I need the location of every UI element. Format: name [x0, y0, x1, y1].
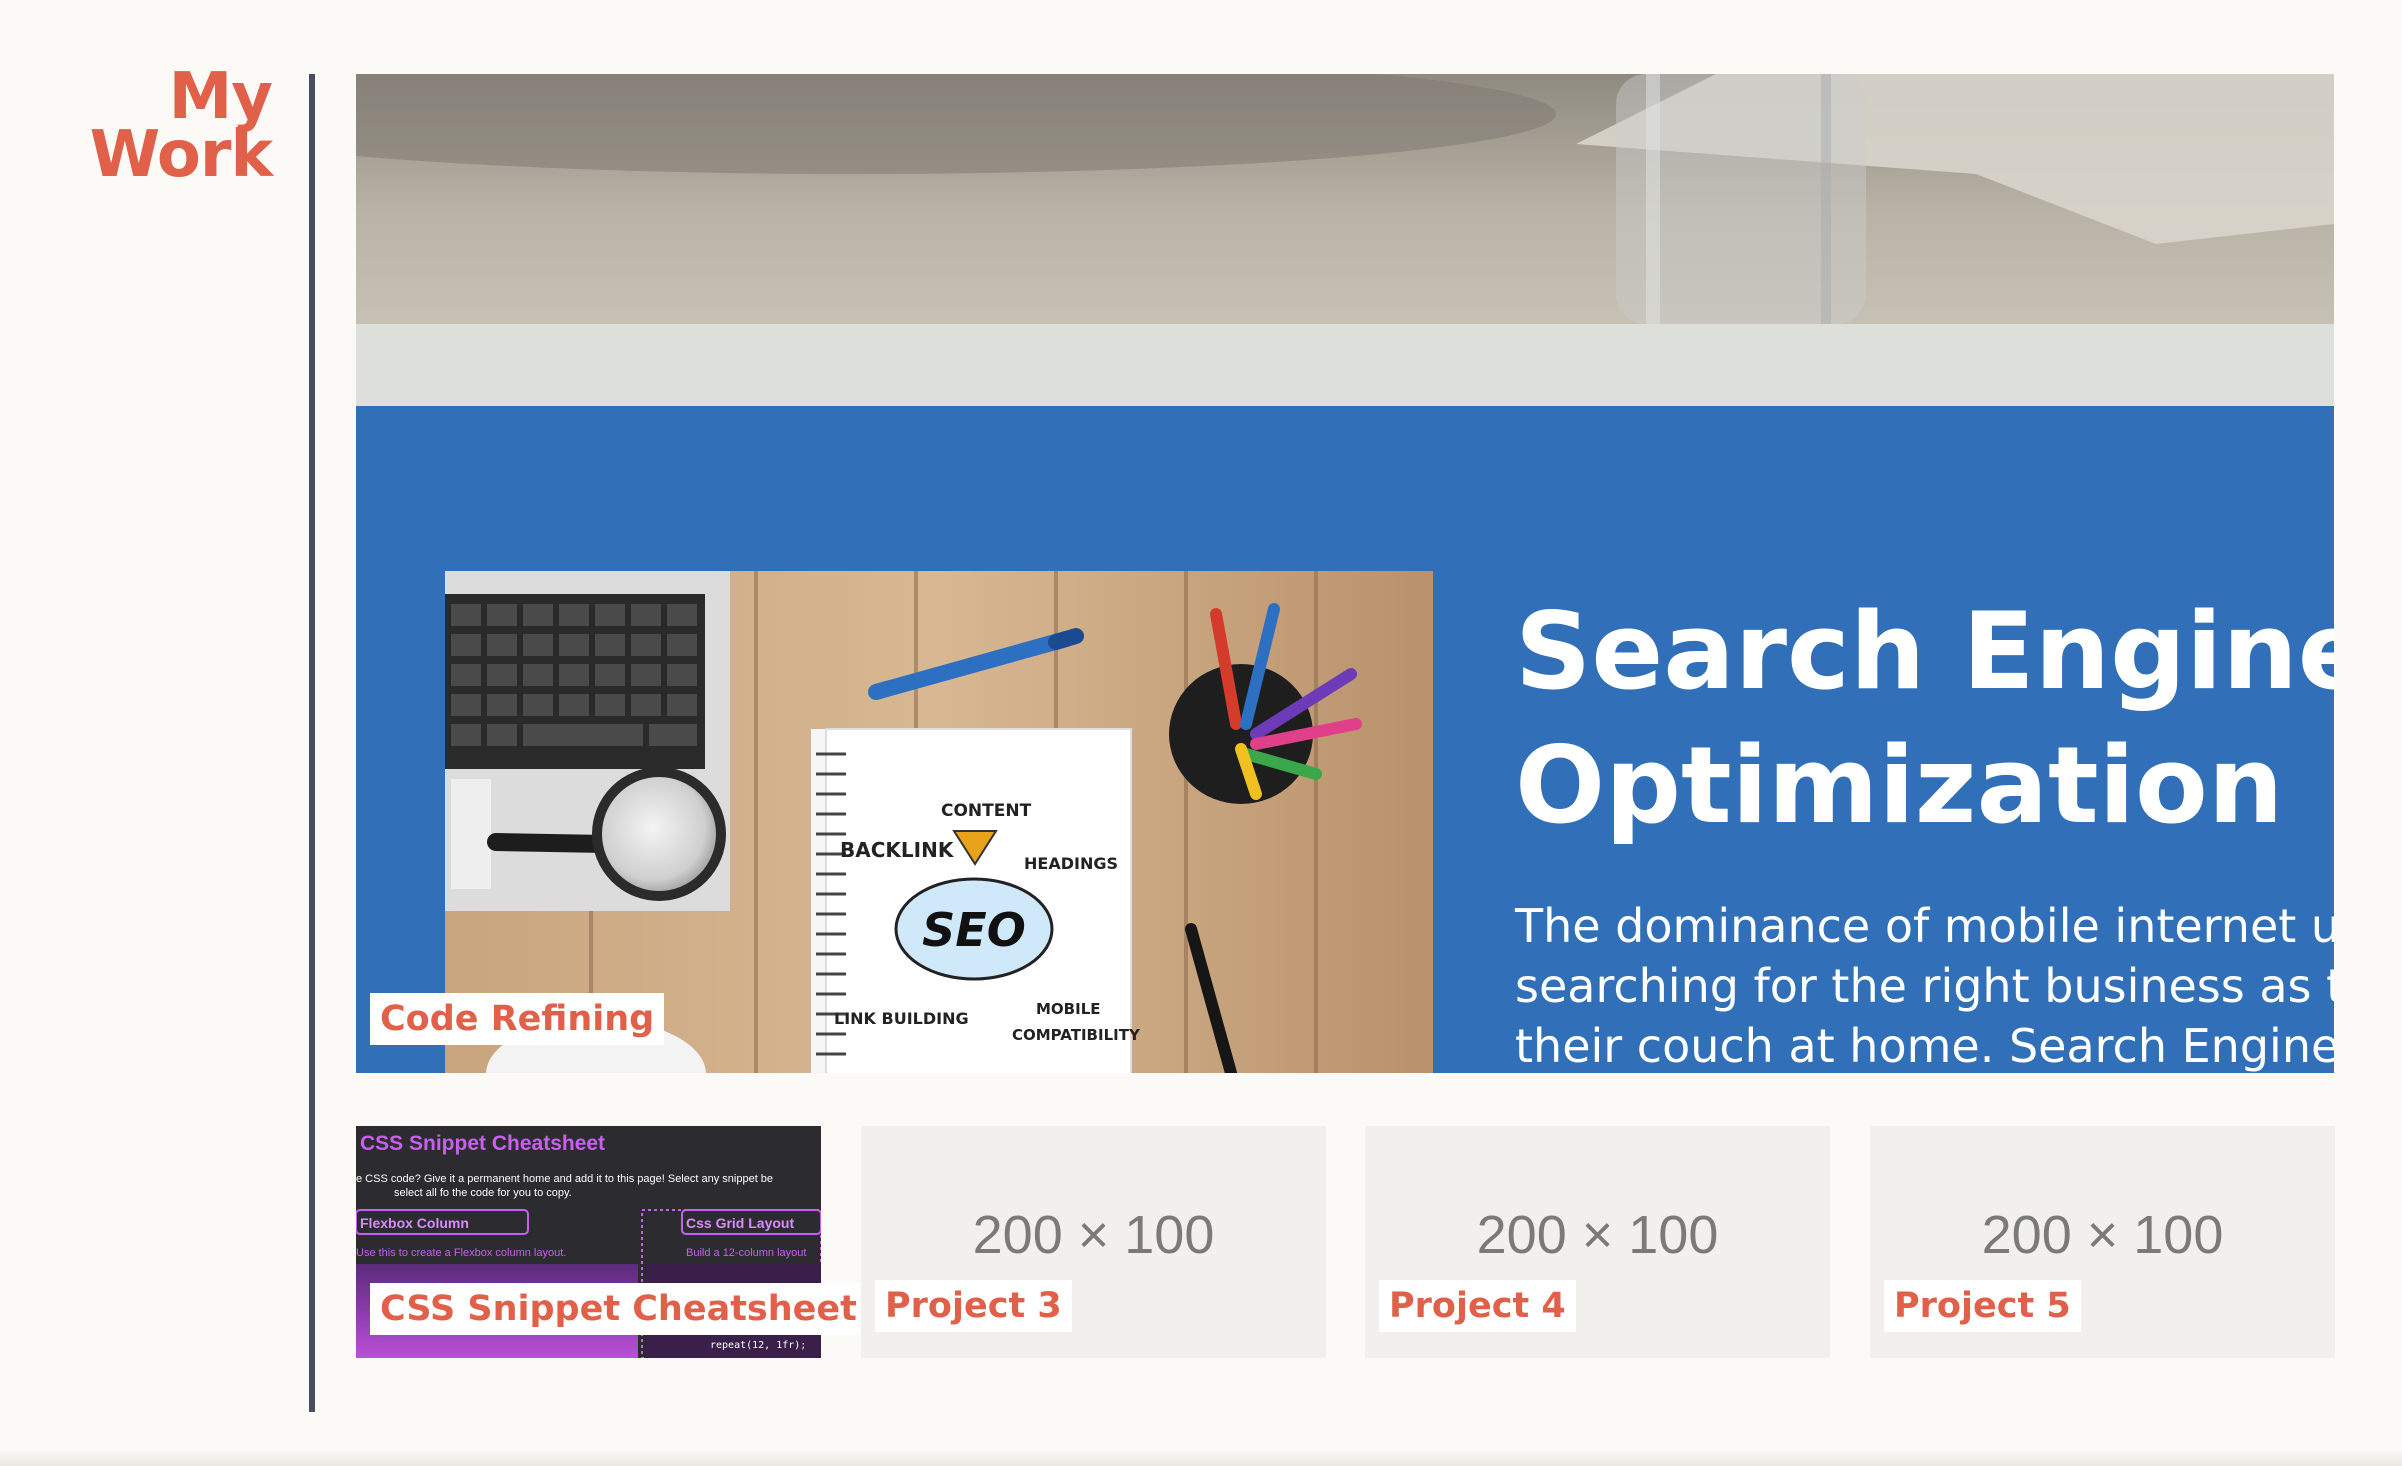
svg-text:LINK BUILDING: LINK BUILDING	[834, 1009, 969, 1028]
featured-heading-line1: Search Engine	[1515, 590, 2334, 713]
placeholder-dimensions: 200 × 100	[972, 1205, 1215, 1265]
placeholder-dimensions: 200 × 100	[1981, 1205, 2224, 1265]
section-title: My Work	[40, 65, 273, 192]
project-card-project-5[interactable]: 200 × 100 Project 5	[1870, 1126, 2335, 1358]
featured-project-card[interactable]: CONTENT BACKLINK HEADINGS SEO LINK BUILD…	[356, 74, 2334, 1073]
svg-text:Flexbox Column: Flexbox Column	[360, 1215, 469, 1231]
placeholder-dimensions: 200 × 100	[1476, 1205, 1719, 1265]
featured-project-label: Code Refining	[370, 993, 665, 1045]
vertical-divider	[309, 74, 315, 1412]
svg-text:select all fo the code for you: select all fo the code for you to copy.	[394, 1187, 572, 1199]
svg-text:Css Grid Layout: Css Grid Layout	[686, 1215, 794, 1231]
page-bottom-shadow	[0, 1448, 2402, 1466]
project-card-project-3[interactable]: 200 × 100 Project 3	[861, 1126, 1326, 1358]
svg-text:MOBILE: MOBILE	[1036, 1000, 1101, 1018]
featured-body-line2: searching for the right business as they	[1515, 959, 2334, 1013]
svg-text:SEO: SEO	[922, 903, 1026, 957]
featured-heading-line2: Optimization	[1515, 724, 2283, 847]
svg-text:Use this to create a Flexbox c: Use this to create a Flexbox column layo…	[356, 1247, 566, 1259]
svg-text:CSS Snippet Cheatsheet: CSS Snippet Cheatsheet	[360, 1132, 605, 1155]
featured-project-image: CONTENT BACKLINK HEADINGS SEO LINK BUILD…	[356, 74, 2334, 1073]
project-card-label: Project 4	[1379, 1280, 1576, 1332]
svg-text:BACKLINK: BACKLINK	[840, 838, 955, 862]
project-card-label: CSS Snippet Cheatsheet	[370, 1283, 867, 1335]
svg-text:HEADINGS: HEADINGS	[1024, 854, 1118, 873]
featured-body-line1: The dominance of mobile internet use	[1514, 899, 2334, 953]
section-title-line2: Work	[89, 118, 273, 192]
svg-text:CONTENT: CONTENT	[941, 801, 1032, 821]
project-card-css-snippet-cheatsheet[interactable]: CSS Snippet Cheatsheet e CSS code? Give …	[356, 1126, 867, 1358]
svg-text:e CSS code? Give it a permanen: e CSS code? Give it a permanent home and…	[356, 1173, 773, 1185]
project-card-label: Project 5	[1884, 1280, 2081, 1332]
svg-text:Build a 12-column layout: Build a 12-column layout	[686, 1247, 806, 1259]
featured-body-line3: their couch at home. Search Engine Op	[1515, 1019, 2334, 1073]
svg-text:repeat(12, 1fr);: repeat(12, 1fr);	[710, 1340, 806, 1351]
project-card-label: Project 3	[875, 1280, 1072, 1332]
svg-text:COMPATIBILITY: COMPATIBILITY	[1012, 1026, 1141, 1044]
project-card-project-4[interactable]: 200 × 100 Project 4	[1365, 1126, 1830, 1358]
